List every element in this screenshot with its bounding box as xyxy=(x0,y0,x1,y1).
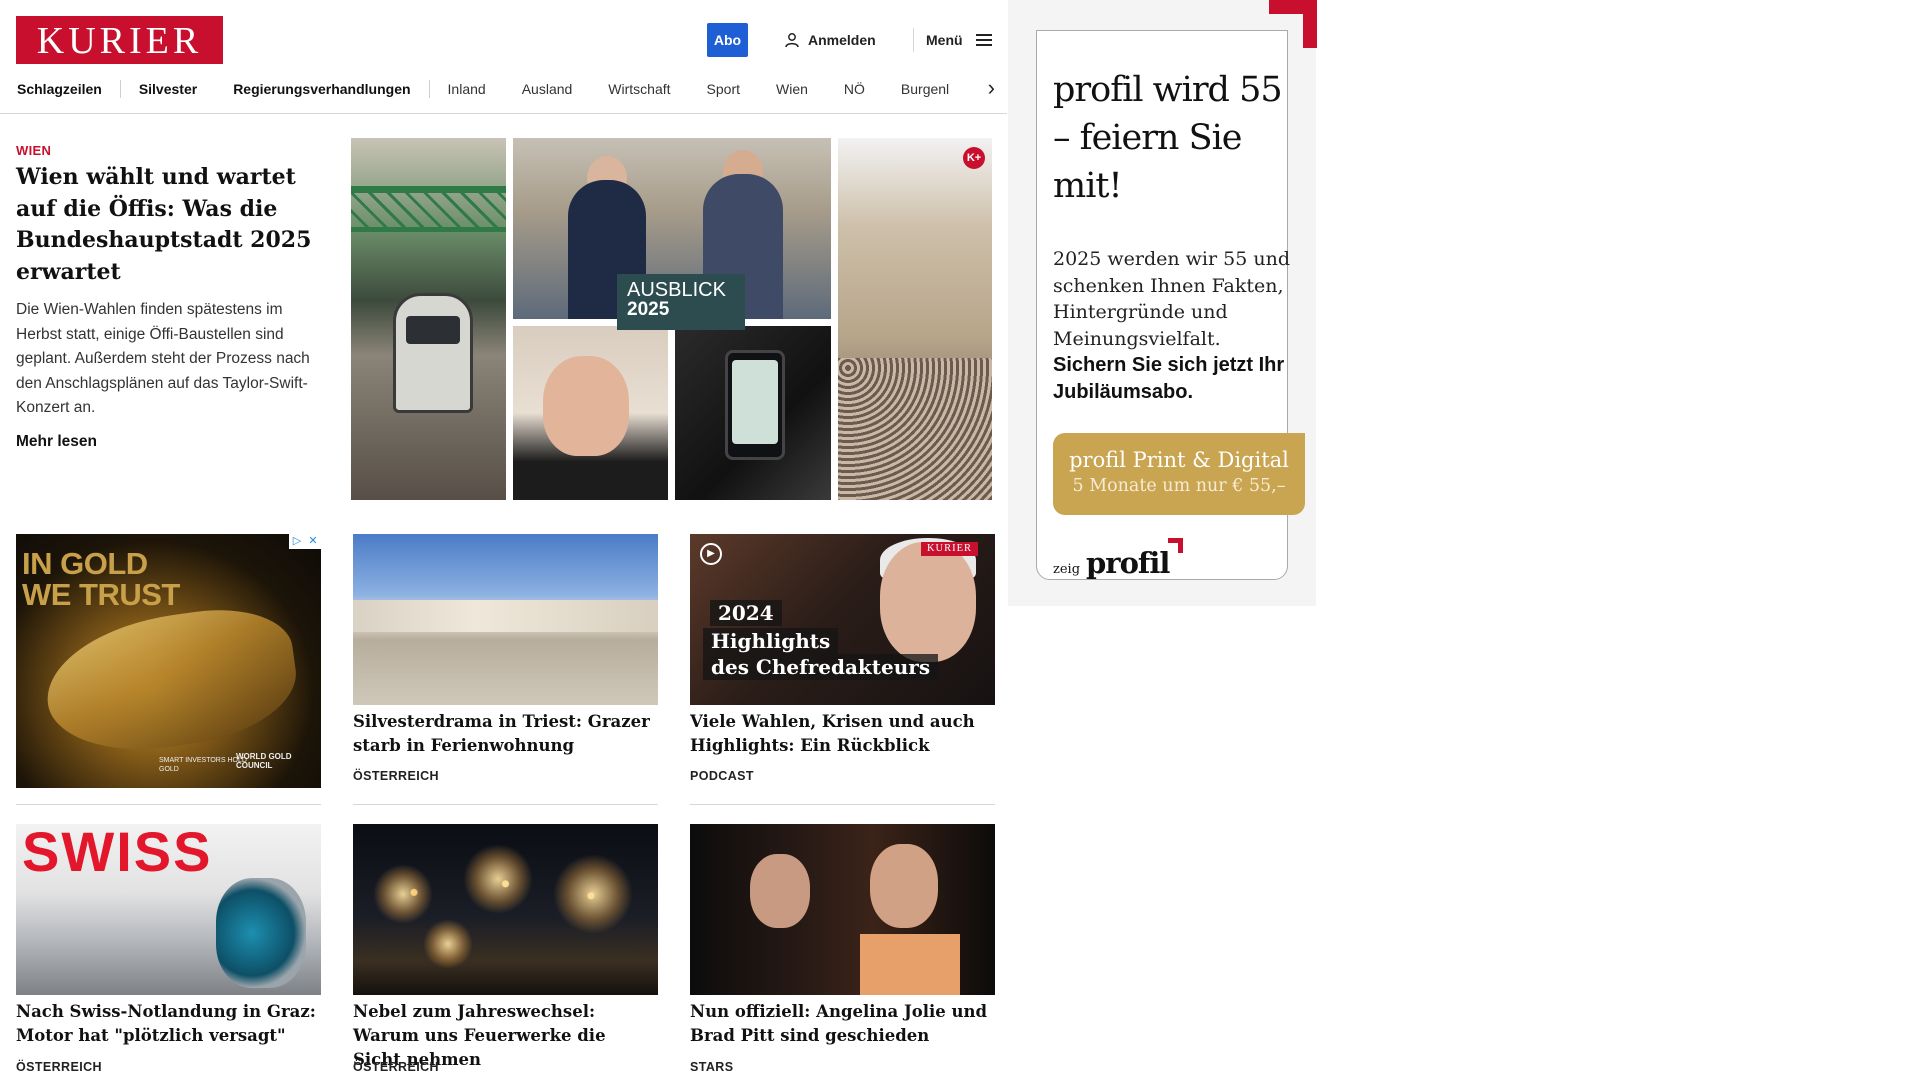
nav-item-wirtschaft[interactable]: Wirtschaft xyxy=(590,77,688,101)
ad-info-icon[interactable]: ▷ xyxy=(289,534,305,549)
kurier-plus-badge: K+ xyxy=(963,147,985,169)
lead-image-collage[interactable]: K+ AUSBLICK 2025 xyxy=(351,138,992,500)
cardinal-portrait-image xyxy=(513,326,668,500)
article-kicker[interactable]: STARS xyxy=(690,1060,733,1074)
phone-screen xyxy=(732,360,778,444)
site-header: KURIER Abo Anmelden Menü Schlagzeilen Si… xyxy=(0,0,1007,114)
menu-label: Menü xyxy=(926,32,963,48)
kurier-mini-logo: KURIER xyxy=(921,542,978,556)
read-more-link[interactable]: Mehr lesen xyxy=(16,433,97,451)
row-divider xyxy=(353,804,658,805)
hamburger-icon xyxy=(975,34,992,46)
shirt-shape xyxy=(860,934,960,995)
gold-ad-headline: IN GOLD WE TRUST xyxy=(22,548,180,610)
gold-ad-headline-line1: IN GOLD xyxy=(22,546,148,581)
article-kicker[interactable]: ÖSTERREICH xyxy=(16,1060,102,1074)
ausblick-label-line1: AUSBLICK xyxy=(627,279,726,301)
article-title[interactable]: Silvesterdrama in Triest: Grazer starb i… xyxy=(353,710,658,758)
row-divider xyxy=(690,804,995,805)
crowd-texture xyxy=(838,358,992,500)
article-image-jolie-pitt[interactable] xyxy=(690,824,995,995)
golden-eagle-shape xyxy=(38,599,304,763)
profil-button-line1: profil Print & Digital xyxy=(1069,448,1289,472)
login-label: Anmelden xyxy=(808,32,876,48)
profil-button-line2: 5 Monate um nur € 55,– xyxy=(1072,476,1286,496)
play-icon[interactable]: ▶ xyxy=(700,543,722,565)
profil-footer-small: zeig xyxy=(1053,562,1081,577)
firework-burst xyxy=(553,854,633,934)
article-title[interactable]: Nun offiziell: Angelina Jolie und Brad P… xyxy=(690,1000,995,1048)
firework-burst xyxy=(373,864,433,924)
kurier-logo[interactable]: KURIER xyxy=(16,16,223,64)
overlay-line1: Highlights xyxy=(703,628,839,654)
lead-kicker[interactable]: WIEN xyxy=(16,143,51,158)
swiss-livery-text: SWISS xyxy=(22,820,213,883)
profil-ad-footer: zeig profil xyxy=(1053,538,1184,580)
nav-item-wien[interactable]: Wien xyxy=(758,77,826,101)
login-button[interactable]: Anmelden xyxy=(784,28,876,52)
building-row-shape xyxy=(353,600,658,632)
chevron-right-icon: › xyxy=(987,75,995,100)
ad-choices[interactable]: ▷ ✕ xyxy=(289,534,321,549)
article-kicker[interactable]: ÖSTERREICH xyxy=(353,1060,439,1074)
abo-button[interactable]: Abo xyxy=(707,23,748,57)
profil-logo: profil xyxy=(1086,538,1184,580)
podcast-overlay-text: 2024 Highlights des Chefredakteurs xyxy=(703,600,943,680)
profil-ad-body: 2025 werden wir 55 und schenken Ihnen Fa… xyxy=(1053,248,1290,350)
train-shape xyxy=(393,293,473,413)
nav-item-silvester[interactable]: Silvester xyxy=(121,77,215,101)
vienna-crowd-image xyxy=(838,138,992,500)
gold-ad-brand: WORLD GOLD COUNCIL xyxy=(236,752,292,770)
ad-close-icon[interactable]: ✕ xyxy=(305,534,321,549)
article-image-triest[interactable] xyxy=(353,534,658,705)
menu-button[interactable]: Menü xyxy=(926,28,993,52)
engine-shape xyxy=(216,878,306,988)
green-bridge-shape xyxy=(351,186,506,232)
subway-train-image xyxy=(351,138,506,500)
article-title[interactable]: Nach Swiss-Notlandung in Graz: Motor hat… xyxy=(16,1000,321,1048)
overlay-line2: des Chefredakteurs xyxy=(703,654,939,680)
article-image-fireworks[interactable] xyxy=(353,824,658,995)
person-face xyxy=(543,356,629,456)
lead-headline[interactable]: Wien wählt und wartet auf die Öffis: Was… xyxy=(16,162,322,288)
user-icon xyxy=(785,33,799,48)
header-divider xyxy=(913,28,914,52)
ausblick-label: AUSBLICK 2025 xyxy=(617,274,745,330)
nav-item-sport[interactable]: Sport xyxy=(689,77,758,101)
nav-scroll-button[interactable]: › xyxy=(975,76,1007,102)
nav-item-noe[interactable]: NÖ xyxy=(826,77,883,101)
nav-item-burgenland[interactable]: Burgenl xyxy=(883,77,967,101)
profil-ad-headline: profil wird 55 – feiern Sie mit! xyxy=(1053,70,1283,206)
firework-burst xyxy=(423,919,473,969)
nav-item-schlagzeilen[interactable]: Schlagzeilen xyxy=(0,77,120,101)
smartphone-image xyxy=(675,326,831,500)
profil-subscribe-button[interactable]: profil Print & Digital 5 Monate um nur €… xyxy=(1053,433,1305,515)
person-face xyxy=(870,844,938,928)
row-divider xyxy=(16,804,321,805)
firework-burst xyxy=(463,844,533,914)
gold-ad-headline-line2: WE TRUST xyxy=(22,577,180,612)
profil-ad-cta-text: Sichern Sie sich jetzt Ihr Jubiläumsabo. xyxy=(1053,354,1285,403)
nav-item-ausland[interactable]: Ausland xyxy=(504,77,591,101)
article-title[interactable]: Viele Wahlen, Krisen und auch Highlights… xyxy=(690,710,995,758)
nav-item-inland[interactable]: Inland xyxy=(430,77,504,101)
overlay-year: 2024 xyxy=(710,600,782,626)
article-kicker[interactable]: PODCAST xyxy=(690,769,754,783)
ausblick-label-line2: 2025 xyxy=(627,299,670,320)
nav-item-regierungsverhandlungen[interactable]: Regierungsverhandlungen xyxy=(215,77,428,101)
lead-teaser: Die Wien-Wahlen finden spätestens im Her… xyxy=(16,301,310,416)
article-kicker[interactable]: ÖSTERREICH xyxy=(353,769,439,783)
category-nav: Schlagzeilen Silvester Regierungsverhand… xyxy=(0,76,1007,102)
person-face xyxy=(750,854,810,928)
gold-ad-banner[interactable]: IN GOLD WE TRUST SMART INVESTORS HOLD GO… xyxy=(16,534,321,788)
